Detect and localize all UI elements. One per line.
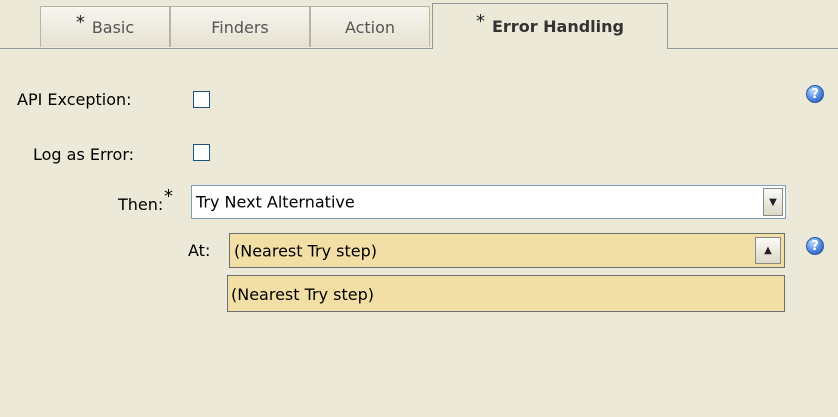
api-exception-checkbox[interactable] xyxy=(193,91,210,108)
log-as-error-label: Log as Error: xyxy=(33,145,134,164)
help-glyph: ? xyxy=(811,86,819,102)
at-select[interactable]: (Nearest Try step) ▲ xyxy=(229,233,785,268)
help-glyph: ? xyxy=(811,238,819,254)
list-item[interactable]: (Nearest Try step) xyxy=(231,285,374,304)
tab-action-label: Action xyxy=(344,17,396,37)
tab-error-handling[interactable]: * Error Handling xyxy=(432,3,668,49)
tab-action[interactable]: Action xyxy=(310,6,430,47)
tab-basic[interactable]: * Basic xyxy=(40,6,170,47)
at-dropdown-list: (Nearest Try step) xyxy=(227,275,785,312)
help-icon[interactable]: ? xyxy=(806,85,824,103)
tab-finders[interactable]: Finders xyxy=(170,6,310,47)
chevron-down-icon[interactable]: ▼ xyxy=(763,188,783,216)
chevron-up-icon[interactable]: ▲ xyxy=(755,237,781,264)
then-label: Then: xyxy=(118,195,164,214)
tab-finders-label: Finders xyxy=(211,17,269,37)
tab-basic-label: Basic xyxy=(91,17,135,37)
at-select-value: (Nearest Try step) xyxy=(234,241,378,260)
then-select[interactable]: Try Next Alternative ▼ xyxy=(191,185,786,219)
required-star: * xyxy=(164,186,173,207)
api-exception-label: API Exception: xyxy=(17,90,132,109)
tab-bar: * Basic Finders Action * Error Handling xyxy=(0,0,838,49)
then-select-value: Try Next Alternative xyxy=(196,192,355,212)
help-icon[interactable]: ? xyxy=(806,237,824,255)
required-star: * xyxy=(75,11,85,33)
tab-error-handling-label: Error Handling xyxy=(491,17,624,36)
at-label: At: xyxy=(188,241,211,260)
log-as-error-checkbox[interactable] xyxy=(193,144,210,161)
required-star: * xyxy=(475,11,485,32)
